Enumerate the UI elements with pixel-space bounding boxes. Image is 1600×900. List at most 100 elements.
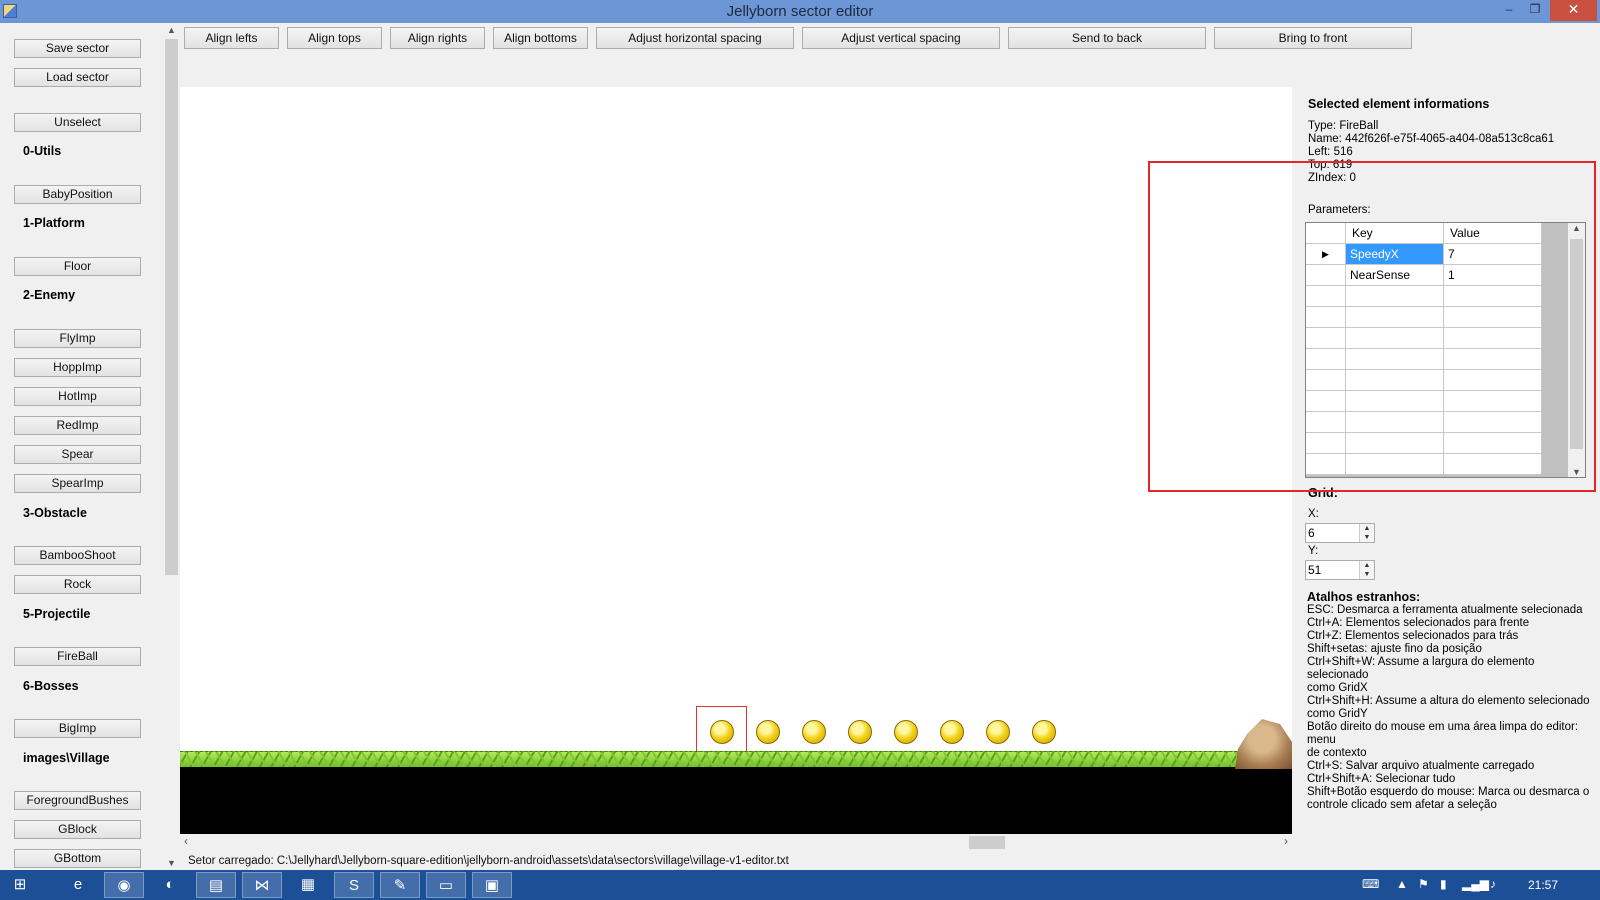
shortcut-line: como GridY bbox=[1307, 708, 1368, 720]
stepper-arrows-icon[interactable]: ▲ ▼ bbox=[1359, 561, 1374, 579]
shortcut-line: Ctrl+S: Salvar arquivo atualmente carreg… bbox=[1307, 760, 1535, 772]
notepad-icon[interactable]: ✎ bbox=[380, 872, 420, 898]
fireball-element[interactable] bbox=[756, 720, 780, 744]
align-rights-button[interactable]: Align rights bbox=[390, 27, 485, 49]
floor-button[interactable]: Floor bbox=[14, 257, 141, 276]
scrollbar-thumb[interactable] bbox=[969, 836, 1005, 849]
flyimp-button[interactable]: FlyImp bbox=[14, 329, 141, 348]
shortcut-line: controle clicado sem afetar a seleção bbox=[1307, 799, 1497, 811]
gbottom-button[interactable]: GBottom bbox=[14, 849, 141, 868]
battery-icon[interactable]: ▮ bbox=[1440, 877, 1447, 891]
shortcut-line: como GridX bbox=[1307, 682, 1368, 694]
file-explorer-icon[interactable]: ▤ bbox=[196, 872, 236, 898]
save-sector-button[interactable]: Save sector bbox=[14, 39, 141, 58]
scroll-up-icon[interactable]: ▲ bbox=[163, 25, 180, 35]
send-to-back-button[interactable]: Send to back bbox=[1008, 27, 1206, 49]
tool-panel: Save sector Load sector Unselect 0-Utils… bbox=[0, 23, 180, 870]
fireball-element[interactable] bbox=[848, 720, 872, 744]
fireball-button[interactable]: FireBall bbox=[14, 647, 141, 666]
fireball-element[interactable] bbox=[1032, 720, 1056, 744]
shortcuts-help: Atalhos estranhos: ESC: Desmarca a ferra… bbox=[1307, 591, 1597, 812]
keyboard-icon[interactable]: ⌨ bbox=[1362, 877, 1379, 891]
flag-icon[interactable]: ⚑ bbox=[1418, 877, 1429, 891]
skype-icon[interactable]: S bbox=[334, 872, 374, 898]
grid-y-stepper[interactable]: 51 ▲ ▼ bbox=[1305, 560, 1375, 580]
window-title: Jellyborn sector editor bbox=[726, 3, 874, 20]
selected-info-header: Selected element informations bbox=[1308, 97, 1490, 111]
adjust-horizontal-spacing-button[interactable]: Adjust horizontal spacing bbox=[596, 27, 794, 49]
info-type: Type: FireBall bbox=[1308, 120, 1379, 132]
shortcut-line: Ctrl+Shift+H: Assume a altura do element… bbox=[1307, 695, 1590, 707]
firefox-icon[interactable]: ◐ bbox=[150, 872, 190, 898]
category-platform: 1-Platform bbox=[23, 216, 85, 230]
grid-x-stepper[interactable]: 6 ▲ ▼ bbox=[1305, 523, 1375, 543]
scroll-right-icon[interactable]: › bbox=[1284, 834, 1288, 848]
network-icon[interactable]: ▂▄▆ bbox=[1462, 877, 1489, 891]
shortcut-line: Ctrl+Z: Elementos selecionados para trás bbox=[1307, 630, 1519, 642]
shortcuts-title: Atalhos estranhos: bbox=[1307, 590, 1421, 604]
command-prompt-icon[interactable]: ▭ bbox=[426, 872, 466, 898]
spear-button[interactable]: Spear bbox=[14, 445, 141, 464]
bigimp-button[interactable]: BigImp bbox=[14, 719, 141, 738]
volume-icon[interactable]: ♪ bbox=[1490, 877, 1496, 891]
info-left: Left: 516 bbox=[1308, 146, 1353, 158]
scroll-down-icon[interactable]: ▼ bbox=[163, 858, 180, 868]
category-projectile: 5-Projectile bbox=[23, 607, 91, 621]
visual-studio-icon[interactable]: ⋈ bbox=[242, 872, 282, 898]
fireball-element[interactable] bbox=[986, 720, 1010, 744]
hoppimp-button[interactable]: HoppImp bbox=[14, 358, 141, 377]
close-button[interactable]: ✕ bbox=[1550, 0, 1597, 21]
category-obstacle: 3-Obstacle bbox=[23, 506, 87, 520]
unselect-button[interactable]: Unselect bbox=[14, 113, 141, 132]
shortcut-line: Shift+Botão esquerdo do mouse: Marca ou … bbox=[1307, 786, 1590, 798]
jellyborn-editor-icon[interactable]: ▣ bbox=[472, 872, 512, 898]
rock-element[interactable] bbox=[1235, 719, 1292, 769]
canvas-hscrollbar[interactable]: ‹ › bbox=[180, 834, 1292, 851]
windows-start-icon[interactable]: ⊞ bbox=[0, 872, 40, 898]
tool-panel-scrollbar[interactable]: ▲ ▼ bbox=[163, 23, 180, 870]
fireball-element[interactable] bbox=[894, 720, 918, 744]
fireball-element[interactable] bbox=[802, 720, 826, 744]
align-lefts-button[interactable]: Align lefts bbox=[184, 27, 279, 49]
ground-block[interactable] bbox=[180, 767, 1292, 834]
status-text: Setor carregado: C:\Jellyhard\Jellyborn-… bbox=[188, 855, 789, 867]
shortcut-line: Ctrl+Shift+A: Selecionar tudo bbox=[1307, 773, 1456, 785]
shortcut-line: Ctrl+Shift+W: Assume a largura do elemen… bbox=[1307, 656, 1535, 681]
spearimp-button[interactable]: SpearImp bbox=[14, 474, 141, 493]
bring-to-front-button[interactable]: Bring to front bbox=[1214, 27, 1412, 49]
shortcut-line: Botão direito do mouse em uma área limpa… bbox=[1307, 721, 1579, 746]
adjust-vertical-spacing-button[interactable]: Adjust vertical spacing bbox=[802, 27, 1000, 49]
babyposition-button[interactable]: BabyPosition bbox=[14, 185, 141, 204]
load-sector-button[interactable]: Load sector bbox=[14, 68, 141, 87]
stepper-arrows-icon[interactable]: ▲ ▼ bbox=[1359, 524, 1374, 542]
align-tops-button[interactable]: Align tops bbox=[287, 27, 382, 49]
category-bosses: 6-Bosses bbox=[23, 679, 79, 693]
shortcut-line: ESC: Desmarca a ferramenta atualmente se… bbox=[1307, 604, 1583, 616]
align-bottoms-button[interactable]: Align bottoms bbox=[493, 27, 588, 49]
title-bar: Jellyborn sector editor – ❐ ✕ bbox=[0, 0, 1600, 23]
tray-expand-icon[interactable]: ▲ bbox=[1396, 877, 1408, 891]
redimp-button[interactable]: RedImp bbox=[14, 416, 141, 435]
hotimp-button[interactable]: HotImp bbox=[14, 387, 141, 406]
bambooshoot-button[interactable]: BambooShoot bbox=[14, 546, 141, 565]
category-enemy: 2-Enemy bbox=[23, 288, 76, 302]
scrollbar-thumb[interactable] bbox=[165, 39, 178, 575]
excel-icon[interactable]: ▦ bbox=[288, 872, 328, 898]
selection-box bbox=[696, 706, 747, 752]
internet-explorer-icon[interactable]: e bbox=[58, 872, 98, 898]
clock[interactable]: 21:57 bbox=[1528, 878, 1558, 892]
gblock-button[interactable]: GBlock bbox=[14, 820, 141, 839]
restore-button[interactable]: ❐ bbox=[1522, 0, 1548, 21]
fireball-element[interactable] bbox=[940, 720, 964, 744]
scroll-left-icon[interactable]: ‹ bbox=[184, 834, 188, 848]
foregroundbushes-button[interactable]: ForegroundBushes bbox=[14, 791, 141, 810]
chrome-icon[interactable]: ◉ bbox=[104, 872, 144, 898]
grid-x-value[interactable]: 6 bbox=[1308, 526, 1315, 540]
sector-canvas[interactable] bbox=[180, 87, 1292, 834]
rock-button[interactable]: Rock bbox=[14, 575, 141, 594]
minimize-button[interactable]: – bbox=[1496, 0, 1522, 21]
shortcut-line: de contexto bbox=[1307, 747, 1367, 759]
grid-y-label: Y: bbox=[1308, 545, 1319, 557]
taskbar: ⊞ e ◉ ◐ ▤ ⋈ ▦ S ✎ ▭ ▣ ⌨ ▲ ⚑ ▮ ▂▄▆ ♪ 21:5… bbox=[0, 870, 1600, 900]
grid-y-value[interactable]: 51 bbox=[1308, 563, 1321, 577]
